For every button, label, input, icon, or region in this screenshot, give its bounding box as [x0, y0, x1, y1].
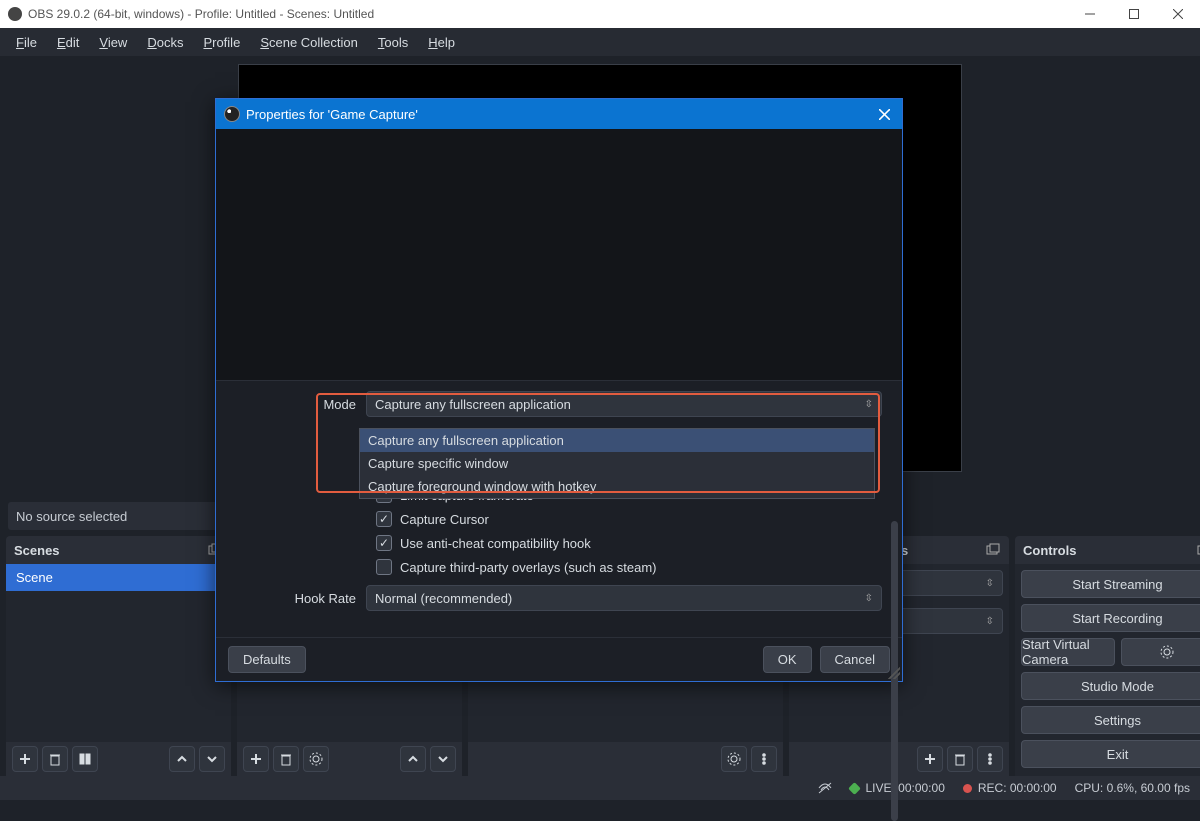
resize-grip[interactable]: [888, 667, 900, 679]
status-bar: LIVE: 00:00:00 REC: 00:00:00 CPU: 0.6%, …: [0, 776, 1200, 800]
start-streaming-button[interactable]: Start Streaming: [1021, 570, 1200, 598]
chevron-updown-icon: ⇳: [865, 399, 873, 410]
window-close-button[interactable]: [1156, 0, 1200, 28]
scene-item[interactable]: Scene: [6, 564, 231, 591]
dialog-close-button[interactable]: [874, 104, 894, 124]
transitions-popout-icon[interactable]: [985, 542, 1001, 558]
mode-option-foreground-hotkey[interactable]: Capture foreground window with hotkey: [360, 475, 874, 498]
transition-remove-button[interactable]: [947, 746, 973, 772]
menu-docks[interactable]: Docks: [139, 31, 191, 54]
mode-option-fullscreen[interactable]: Capture any fullscreen application: [360, 429, 874, 452]
hookrate-label: Hook Rate: [236, 591, 366, 606]
dialog-preview: [216, 129, 902, 381]
mode-label: Mode: [236, 397, 366, 412]
capture-cursor-checkbox[interactable]: [376, 511, 392, 527]
status-cpu: CPU: 0.6%, 60.00 fps: [1075, 781, 1190, 795]
studio-mode-button[interactable]: Studio Mode: [1021, 672, 1200, 700]
scenes-title: Scenes: [14, 543, 60, 558]
scenes-panel: Scenes Scene: [6, 536, 231, 776]
thirdparty-overlays-checkbox[interactable]: [376, 559, 392, 575]
anticheat-checkbox[interactable]: [376, 535, 392, 551]
window-title: OBS 29.0.2 (64-bit, windows) - Profile: …: [28, 7, 374, 21]
controls-title: Controls: [1023, 543, 1076, 558]
source-up-button[interactable]: [400, 746, 426, 772]
exit-button[interactable]: Exit: [1021, 740, 1200, 768]
obs-icon: [224, 106, 240, 122]
no-source-label: No source selected: [8, 502, 218, 530]
live-indicator-icon: [849, 782, 862, 795]
network-status-icon: [818, 782, 832, 794]
start-virtual-camera-button[interactable]: Start Virtual Camera: [1021, 638, 1115, 666]
status-rec: REC: 00:00:00: [978, 781, 1057, 795]
source-remove-button[interactable]: [273, 746, 299, 772]
defaults-button[interactable]: Defaults: [228, 646, 306, 673]
controls-popout-icon[interactable]: [1196, 542, 1200, 558]
capture-cursor-label: Capture Cursor: [400, 512, 489, 527]
dialog-titlebar[interactable]: Properties for 'Game Capture': [216, 99, 902, 129]
source-properties-button[interactable]: [303, 746, 329, 772]
menu-help[interactable]: Help: [420, 31, 463, 54]
mode-select[interactable]: Capture any fullscreen application ⇳: [366, 391, 882, 417]
menu-file[interactable]: File: [8, 31, 45, 54]
mode-dropdown-list: Capture any fullscreen application Captu…: [359, 428, 875, 499]
status-live: LIVE: 00:00:00: [865, 781, 944, 795]
settings-button[interactable]: Settings: [1021, 706, 1200, 734]
menu-bar: File Edit View Docks Profile Scene Colle…: [0, 28, 1200, 56]
start-recording-button[interactable]: Start Recording: [1021, 604, 1200, 632]
controls-panel: Controls Start Streaming Start Recording…: [1015, 536, 1200, 776]
thirdparty-overlays-label: Capture third-party overlays (such as st…: [400, 560, 656, 575]
window-titlebar: OBS 29.0.2 (64-bit, windows) - Profile: …: [0, 0, 1200, 28]
scene-remove-button[interactable]: [42, 746, 68, 772]
window-maximize-button[interactable]: [1112, 0, 1156, 28]
mixer-menu-button[interactable]: [751, 746, 777, 772]
scene-filters-button[interactable]: [72, 746, 98, 772]
scene-add-button[interactable]: [12, 746, 38, 772]
transition-add-button[interactable]: [917, 746, 943, 772]
mode-option-specific-window[interactable]: Capture specific window: [360, 452, 874, 475]
hookrate-select[interactable]: Normal (recommended) ⇳: [366, 585, 882, 611]
source-down-button[interactable]: [430, 746, 456, 772]
menu-profile[interactable]: Profile: [195, 31, 248, 54]
transition-menu-button[interactable]: [977, 746, 1003, 772]
scene-up-button[interactable]: [169, 746, 195, 772]
properties-dialog: Properties for 'Game Capture' Mode Captu…: [215, 98, 903, 682]
rec-indicator-icon: [963, 784, 972, 793]
menu-scene-collection[interactable]: Scene Collection: [252, 31, 366, 54]
mixer-settings-button[interactable]: [721, 746, 747, 772]
menu-view[interactable]: View: [91, 31, 135, 54]
dialog-title: Properties for 'Game Capture': [246, 107, 418, 122]
anticheat-label: Use anti-cheat compatibility hook: [400, 536, 591, 551]
menu-tools[interactable]: Tools: [370, 31, 416, 54]
window-minimize-button[interactable]: [1068, 0, 1112, 28]
ok-button[interactable]: OK: [763, 646, 812, 673]
obs-app-icon: [8, 7, 22, 21]
scene-down-button[interactable]: [199, 746, 225, 772]
chevron-updown-icon: ⇳: [865, 593, 873, 604]
cancel-button[interactable]: Cancel: [820, 646, 890, 673]
virtual-camera-settings-button[interactable]: [1121, 638, 1200, 666]
source-add-button[interactable]: [243, 746, 269, 772]
menu-edit[interactable]: Edit: [49, 31, 87, 54]
